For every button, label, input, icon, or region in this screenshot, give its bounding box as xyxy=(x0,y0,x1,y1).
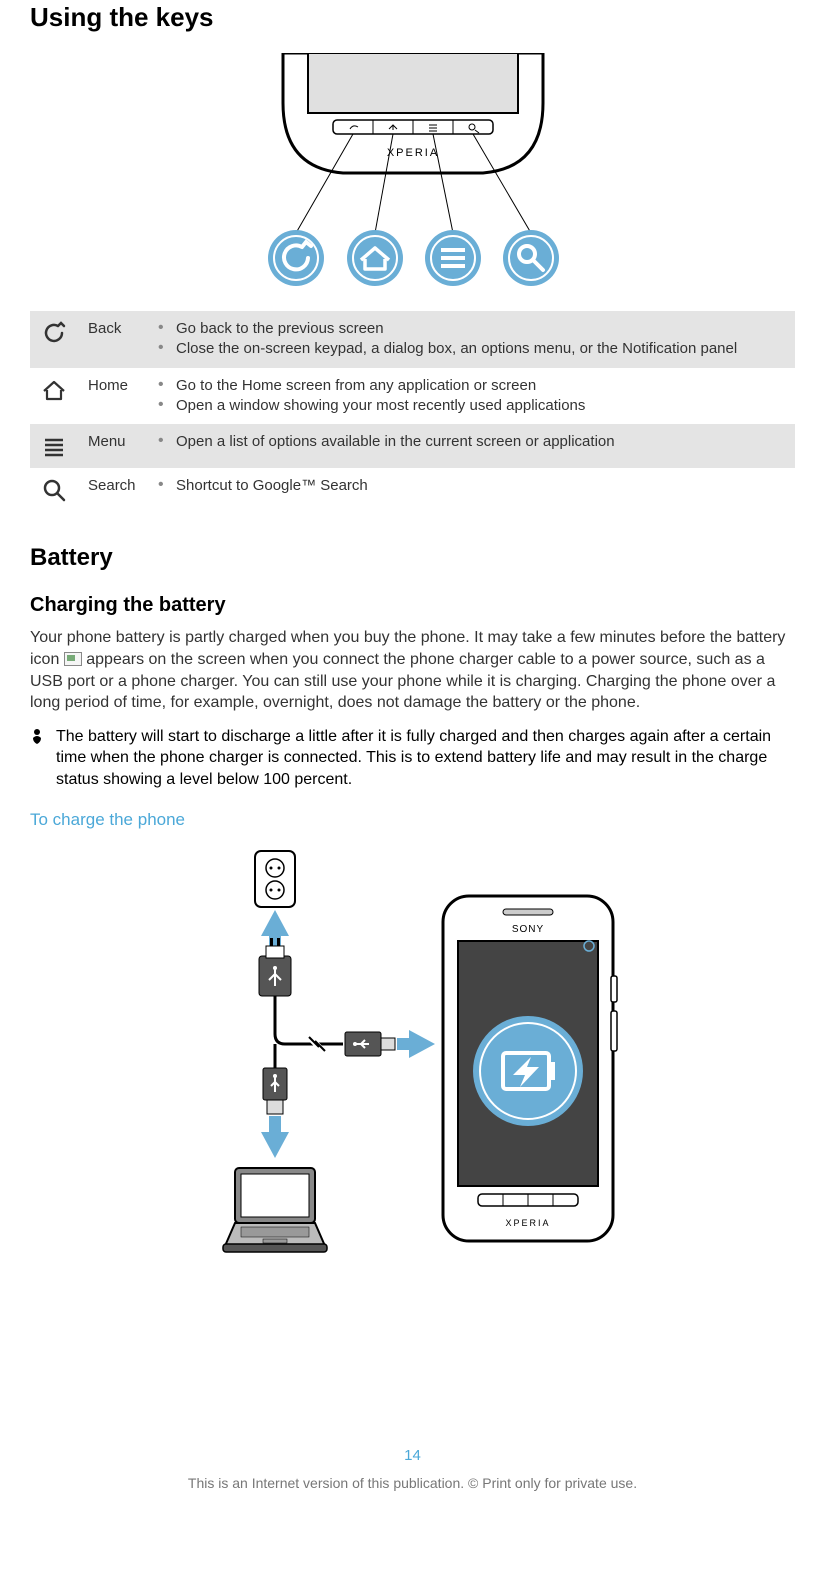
key-label: Back xyxy=(78,311,148,368)
key-desc: Go to the Home screen from any applicati… xyxy=(158,376,785,396)
text-fragment: appears on the screen when you connect t… xyxy=(30,651,775,711)
key-desc: Go back to the previous screen xyxy=(158,319,785,339)
heading-charging: Charging the battery xyxy=(30,592,795,619)
key-row-back: Back Go back to the previous screen Clos… xyxy=(30,311,795,368)
key-row-home: Home Go to the Home screen from any appl… xyxy=(30,368,795,425)
home-icon-circle xyxy=(347,230,403,286)
laptop-icon xyxy=(223,1168,327,1252)
home-icon xyxy=(40,376,68,404)
back-icon xyxy=(40,319,68,347)
menu-icon xyxy=(40,432,68,460)
heading-battery: Battery xyxy=(30,542,795,574)
footer-text: This is an Internet version of this publ… xyxy=(30,1474,795,1493)
key-row-menu: Menu Open a list of options available in… xyxy=(30,424,795,468)
heading-using-keys: Using the keys xyxy=(30,0,795,35)
keys-table: Back Go back to the previous screen Clos… xyxy=(30,311,795,512)
svg-text:SONY: SONY xyxy=(511,924,543,935)
battery-image-icon xyxy=(64,652,82,666)
key-desc: Close the on-screen keypad, a dialog box… xyxy=(158,339,785,359)
search-icon xyxy=(40,476,68,504)
page-number: 14 xyxy=(30,1446,795,1466)
key-desc: Shortcut to Google™ Search xyxy=(158,476,785,496)
key-desc: Open a window showing your most recently… xyxy=(158,396,785,416)
back-icon-circle xyxy=(268,230,324,286)
key-desc: Open a list of options available in the … xyxy=(158,432,785,452)
svg-text:XPERIA: XPERIA xyxy=(505,1218,550,1228)
xperia-logo-text: XPERIA xyxy=(386,147,438,159)
key-label: Home xyxy=(78,368,148,425)
menu-icon-circle xyxy=(425,230,481,286)
phone-keys-diagram: XPERIA xyxy=(30,53,795,293)
heading-to-charge: To charge the phone xyxy=(30,809,795,832)
charge-diagram: SONY XPERIA xyxy=(30,846,795,1266)
key-label: Menu xyxy=(78,424,148,468)
search-icon-circle xyxy=(503,230,559,286)
info-icon xyxy=(30,726,48,791)
note-text: The battery will start to discharge a li… xyxy=(56,726,795,791)
info-note: The battery will start to discharge a li… xyxy=(30,726,795,791)
key-row-search: Search Shortcut to Google™ Search xyxy=(30,468,795,512)
phone-illustration: SONY XPERIA xyxy=(443,896,617,1241)
key-label: Search xyxy=(78,468,148,512)
charging-paragraph: Your phone battery is partly charged whe… xyxy=(30,627,795,713)
